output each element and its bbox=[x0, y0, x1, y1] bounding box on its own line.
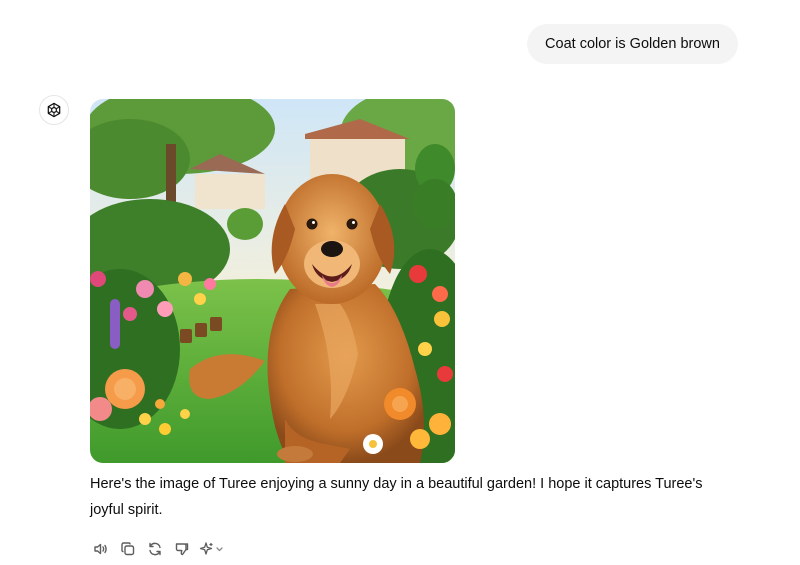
openai-logo-icon bbox=[47, 102, 61, 118]
user-message-text: Coat color is Golden brown bbox=[545, 36, 720, 52]
thumbs-down-icon bbox=[175, 543, 188, 556]
read-aloud-button[interactable] bbox=[90, 539, 111, 560]
change-model-button[interactable] bbox=[198, 539, 226, 560]
user-message-bubble: Coat color is Golden brown bbox=[527, 24, 738, 64]
assistant-message-text: Here's the image of Turee enjoying a sun… bbox=[90, 476, 703, 518]
regenerate-button[interactable] bbox=[144, 539, 165, 560]
bad-response-button[interactable] bbox=[171, 539, 192, 560]
speaker-icon bbox=[93, 543, 107, 555]
generated-image[interactable] bbox=[90, 99, 455, 463]
regenerate-icon bbox=[148, 542, 161, 556]
copy-button[interactable] bbox=[117, 539, 138, 560]
assistant-avatar bbox=[39, 95, 69, 125]
sparkle-model-icon bbox=[199, 542, 223, 555]
copy-icon bbox=[120, 542, 134, 556]
message-actions bbox=[90, 538, 226, 560]
